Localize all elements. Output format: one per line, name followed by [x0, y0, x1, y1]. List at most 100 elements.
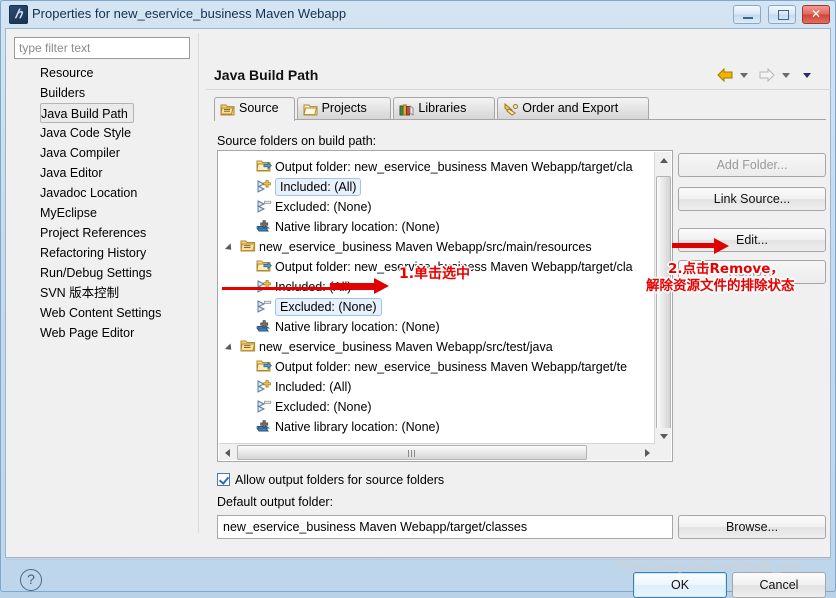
- source-folders-label: Source folders on build path:: [217, 134, 377, 148]
- tree-expander-icon[interactable]: [226, 237, 236, 257]
- scroll-right-button[interactable]: [639, 444, 655, 460]
- source-folder-icon: [240, 339, 256, 355]
- scroll-left-button[interactable]: [219, 444, 235, 460]
- tree-row-label: Native library location: (None): [275, 320, 440, 334]
- scroll-down-button[interactable]: [655, 428, 671, 444]
- native-library-icon: [256, 319, 272, 335]
- tree-row[interactable]: Output folder: new_eservice_business Mav…: [218, 157, 633, 177]
- tree-row[interactable]: Output folder: new_eservice_business Mav…: [218, 357, 627, 377]
- sidebar-item-resource[interactable]: Resource: [14, 63, 196, 83]
- projects-folder-icon: [302, 102, 319, 118]
- tab-projects[interactable]: Projects: [296, 97, 392, 120]
- include-filter-icon: [256, 179, 272, 195]
- browse-button[interactable]: Browse...: [678, 515, 826, 539]
- window-titlebar[interactable]: ℎ Properties for new_eservice_business M…: [0, 0, 836, 28]
- edit-button[interactable]: Edit...: [678, 228, 826, 252]
- minimize-button[interactable]: [733, 5, 762, 24]
- sidebar-item-java-code-style[interactable]: Java Code Style: [14, 123, 196, 143]
- forward-dropdown-caret[interactable]: [781, 68, 791, 82]
- eclipse-properties-icon: ℎ: [9, 5, 28, 24]
- allow-output-folders-checkbox[interactable]: [217, 473, 230, 486]
- sidebar-item-java-build-path[interactable]: Java Build Path: [40, 103, 134, 123]
- tab-label: Source: [239, 101, 279, 115]
- tree-row[interactable]: Native library location: (None): [218, 317, 440, 337]
- tab-label: Projects: [321, 101, 367, 115]
- tree-row-label: Excluded: (None): [275, 400, 372, 414]
- tree-row[interactable]: new_eservice_business Maven Webapp/src/t…: [218, 337, 553, 357]
- ok-button[interactable]: OK: [633, 572, 727, 598]
- scrollbar-corner: [655, 444, 671, 460]
- tree-row-label: Output folder: new_eservice_business Mav…: [275, 360, 628, 374]
- tree-row[interactable]: Included: (All): [218, 377, 351, 397]
- forward-arrow: [758, 67, 776, 83]
- source-folder-icon: [220, 102, 236, 118]
- tree-row-label: Included: (All): [275, 178, 362, 196]
- settings-tree: Resource Builders Java Build Path Java Code…: [14, 63, 196, 363]
- default-output-folder-input[interactable]: new_eservice_business Maven Webapp/targe…: [217, 515, 673, 539]
- tree-expander-icon[interactable]: [226, 337, 236, 357]
- sidebar-item-myeclipse[interactable]: MyEclipse: [14, 203, 196, 223]
- help-icon[interactable]: ?: [20, 569, 42, 591]
- close-button[interactable]: ✕: [802, 5, 830, 24]
- allow-output-folders-label: Allow output folders for source folders: [235, 473, 445, 487]
- page-nav: [716, 67, 818, 87]
- tree-row-label: Native library location: (None): [275, 420, 440, 434]
- pane-divider: [198, 33, 199, 533]
- window-controls: ✕: [730, 5, 830, 25]
- tree-row[interactable]: new_eservice_business Maven Webapp/src/m…: [218, 237, 592, 257]
- horizontal-scroll-thumb[interactable]: [237, 445, 587, 460]
- tree-row[interactable]: Native library location: (None): [218, 217, 440, 237]
- tree-row-label: Included: (All): [275, 380, 352, 394]
- back-dropdown-caret[interactable]: [739, 68, 749, 82]
- libraries-books-icon: [399, 102, 415, 118]
- vertical-scroll-thumb[interactable]: [656, 176, 671, 434]
- tab-order-and-export[interactable]: Order and Export: [497, 97, 649, 120]
- scroll-up-button[interactable]: [655, 152, 671, 168]
- sidebar-item-javadoc-location[interactable]: Javadoc Location: [14, 183, 196, 203]
- sidebar-item-svn[interactable]: SVN 版本控制: [14, 283, 196, 303]
- watermark: https://blog.csdn.net/math_yan: [618, 558, 802, 573]
- link-source-button[interactable]: Link Source...: [678, 187, 826, 211]
- annotation-step-2-line2: 解除资源文件的排除状态: [646, 278, 795, 294]
- cancel-button[interactable]: Cancel: [732, 572, 826, 598]
- header-rule: [206, 89, 831, 90]
- sidebar-item-project-references[interactable]: Project References: [14, 223, 196, 243]
- exclude-filter-icon: [256, 399, 272, 415]
- window-title: Properties for new_eservice_business Mav…: [32, 6, 347, 21]
- tab-label: Libraries: [418, 101, 467, 115]
- native-library-icon: [256, 419, 272, 435]
- sidebar-item-web-content-settings[interactable]: Web Content Settings: [14, 303, 196, 323]
- tree-row-label: new_eservice_business Maven Webapp/src/t…: [259, 340, 553, 354]
- back-arrow[interactable]: [716, 67, 734, 83]
- output-folder-icon: [256, 359, 272, 375]
- build-path-tabs: Source Projects Libraries Order and Export: [214, 97, 826, 121]
- allow-output-folders-row[interactable]: Allow output folders for source folders: [217, 471, 444, 489]
- tree-row[interactable]: Excluded: (None): [218, 297, 382, 317]
- tabs-underline: [214, 119, 826, 120]
- source-folders-tree[interactable]: Output folder: new_eservice_business Mav…: [217, 150, 673, 462]
- exclude-filter-icon: [256, 299, 272, 315]
- include-filter-icon: [256, 379, 272, 395]
- add-folder-button[interactable]: Add Folder...: [678, 153, 826, 177]
- tree-row[interactable]: Native library location: (None): [218, 417, 440, 437]
- tree-row[interactable]: Included: (All): [218, 177, 362, 197]
- tree-row[interactable]: Excluded: (None): [218, 197, 372, 217]
- tree-horizontal-scrollbar[interactable]: [219, 443, 655, 460]
- tab-libraries[interactable]: Libraries: [393, 97, 496, 120]
- page-title: Java Build Path: [214, 67, 319, 83]
- sidebar-item-java-editor[interactable]: Java Editor: [14, 163, 196, 183]
- tree-row[interactable]: Excluded: (None): [218, 397, 372, 417]
- output-folder-icon: [256, 159, 272, 175]
- filter-input[interactable]: type filter text: [14, 37, 190, 59]
- exclude-filter-icon: [256, 199, 272, 215]
- maximize-button[interactable]: [767, 5, 796, 24]
- sidebar-item-run-debug-settings[interactable]: Run/Debug Settings: [14, 263, 196, 283]
- sidebar-item-builders[interactable]: Builders: [14, 83, 196, 103]
- native-library-icon: [256, 219, 272, 235]
- sidebar-item-java-compiler[interactable]: Java Compiler: [14, 143, 196, 163]
- tree-vertical-scrollbar[interactable]: [654, 152, 671, 444]
- tab-source[interactable]: Source: [214, 97, 295, 121]
- view-menu-caret[interactable]: [803, 68, 812, 82]
- sidebar-item-web-page-editor[interactable]: Web Page Editor: [14, 323, 196, 343]
- sidebar-item-refactoring-history[interactable]: Refactoring History: [14, 243, 196, 263]
